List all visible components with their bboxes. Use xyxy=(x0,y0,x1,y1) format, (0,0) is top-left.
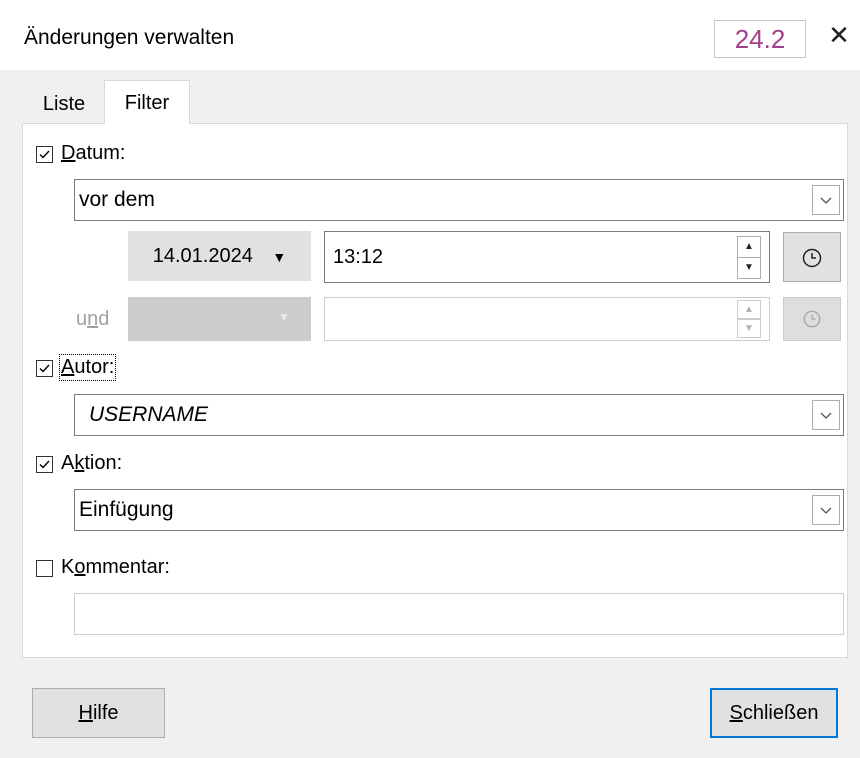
autor-value: USERNAME xyxy=(89,403,209,426)
help-button[interactable]: Hilfe xyxy=(32,688,165,738)
close-button[interactable]: Schließen xyxy=(710,688,838,738)
spin-up-icon[interactable]: ▲ xyxy=(737,236,761,258)
window-title: Änderungen verwalten xyxy=(24,26,235,49)
autor-label[interactable]: Autor: xyxy=(58,354,117,381)
spin-down-icon[interactable]: ▼ xyxy=(737,319,761,338)
chevron-down-icon[interactable] xyxy=(812,495,840,525)
autor-select[interactable]: USERNAME xyxy=(74,394,844,436)
time-field[interactable]: 13:12 ▲ ▼ xyxy=(324,231,770,283)
date-picker-button[interactable]: 14.01.2024 ▼ xyxy=(128,231,311,281)
version-badge: 24.2 xyxy=(714,20,806,58)
kommentar-checkbox[interactable] xyxy=(36,560,53,577)
datum-checkbox[interactable] xyxy=(36,146,53,163)
tab-filter[interactable]: Filter xyxy=(104,80,190,124)
clock-icon xyxy=(802,248,822,268)
checkmark-icon xyxy=(39,150,50,159)
chevron-down-icon[interactable] xyxy=(812,400,840,430)
time-now-button-2[interactable] xyxy=(783,297,841,341)
dropdown-arrow-icon: ▼ xyxy=(278,310,290,324)
time-field-2[interactable]: ▲ ▼ xyxy=(324,297,770,341)
dropdown-arrow-icon: ▼ xyxy=(272,249,287,265)
close-icon[interactable]: ✕ xyxy=(826,22,852,48)
checkmark-icon xyxy=(39,364,50,373)
kommentar-field[interactable] xyxy=(74,593,844,635)
autor-checkbox[interactable] xyxy=(36,360,53,377)
checkmark-icon xyxy=(39,460,50,469)
aktion-select[interactable]: Einfügung xyxy=(74,489,844,531)
spin-up-icon[interactable]: ▲ xyxy=(737,300,761,319)
chevron-down-icon[interactable] xyxy=(812,185,840,215)
aktion-value: Einfügung xyxy=(79,498,174,521)
datum-label[interactable]: Datum: xyxy=(61,142,125,165)
datum-condition-select[interactable]: vor dem xyxy=(74,179,844,221)
time-now-button[interactable] xyxy=(783,232,841,282)
und-label: und xyxy=(76,308,110,330)
date-value: 14.01.2024 xyxy=(152,245,253,267)
spin-down-icon[interactable]: ▼ xyxy=(737,257,761,279)
time-value: 13:12 xyxy=(333,246,384,268)
clock-icon xyxy=(803,310,821,328)
date-picker-button-2[interactable]: ▼ xyxy=(128,297,311,341)
kommentar-label[interactable]: Kommentar: xyxy=(61,556,170,579)
aktion-label[interactable]: Aktion: xyxy=(61,452,122,475)
aktion-checkbox[interactable] xyxy=(36,456,53,473)
tab-liste[interactable]: Liste xyxy=(24,84,104,123)
datum-condition-value: vor dem xyxy=(79,188,155,211)
